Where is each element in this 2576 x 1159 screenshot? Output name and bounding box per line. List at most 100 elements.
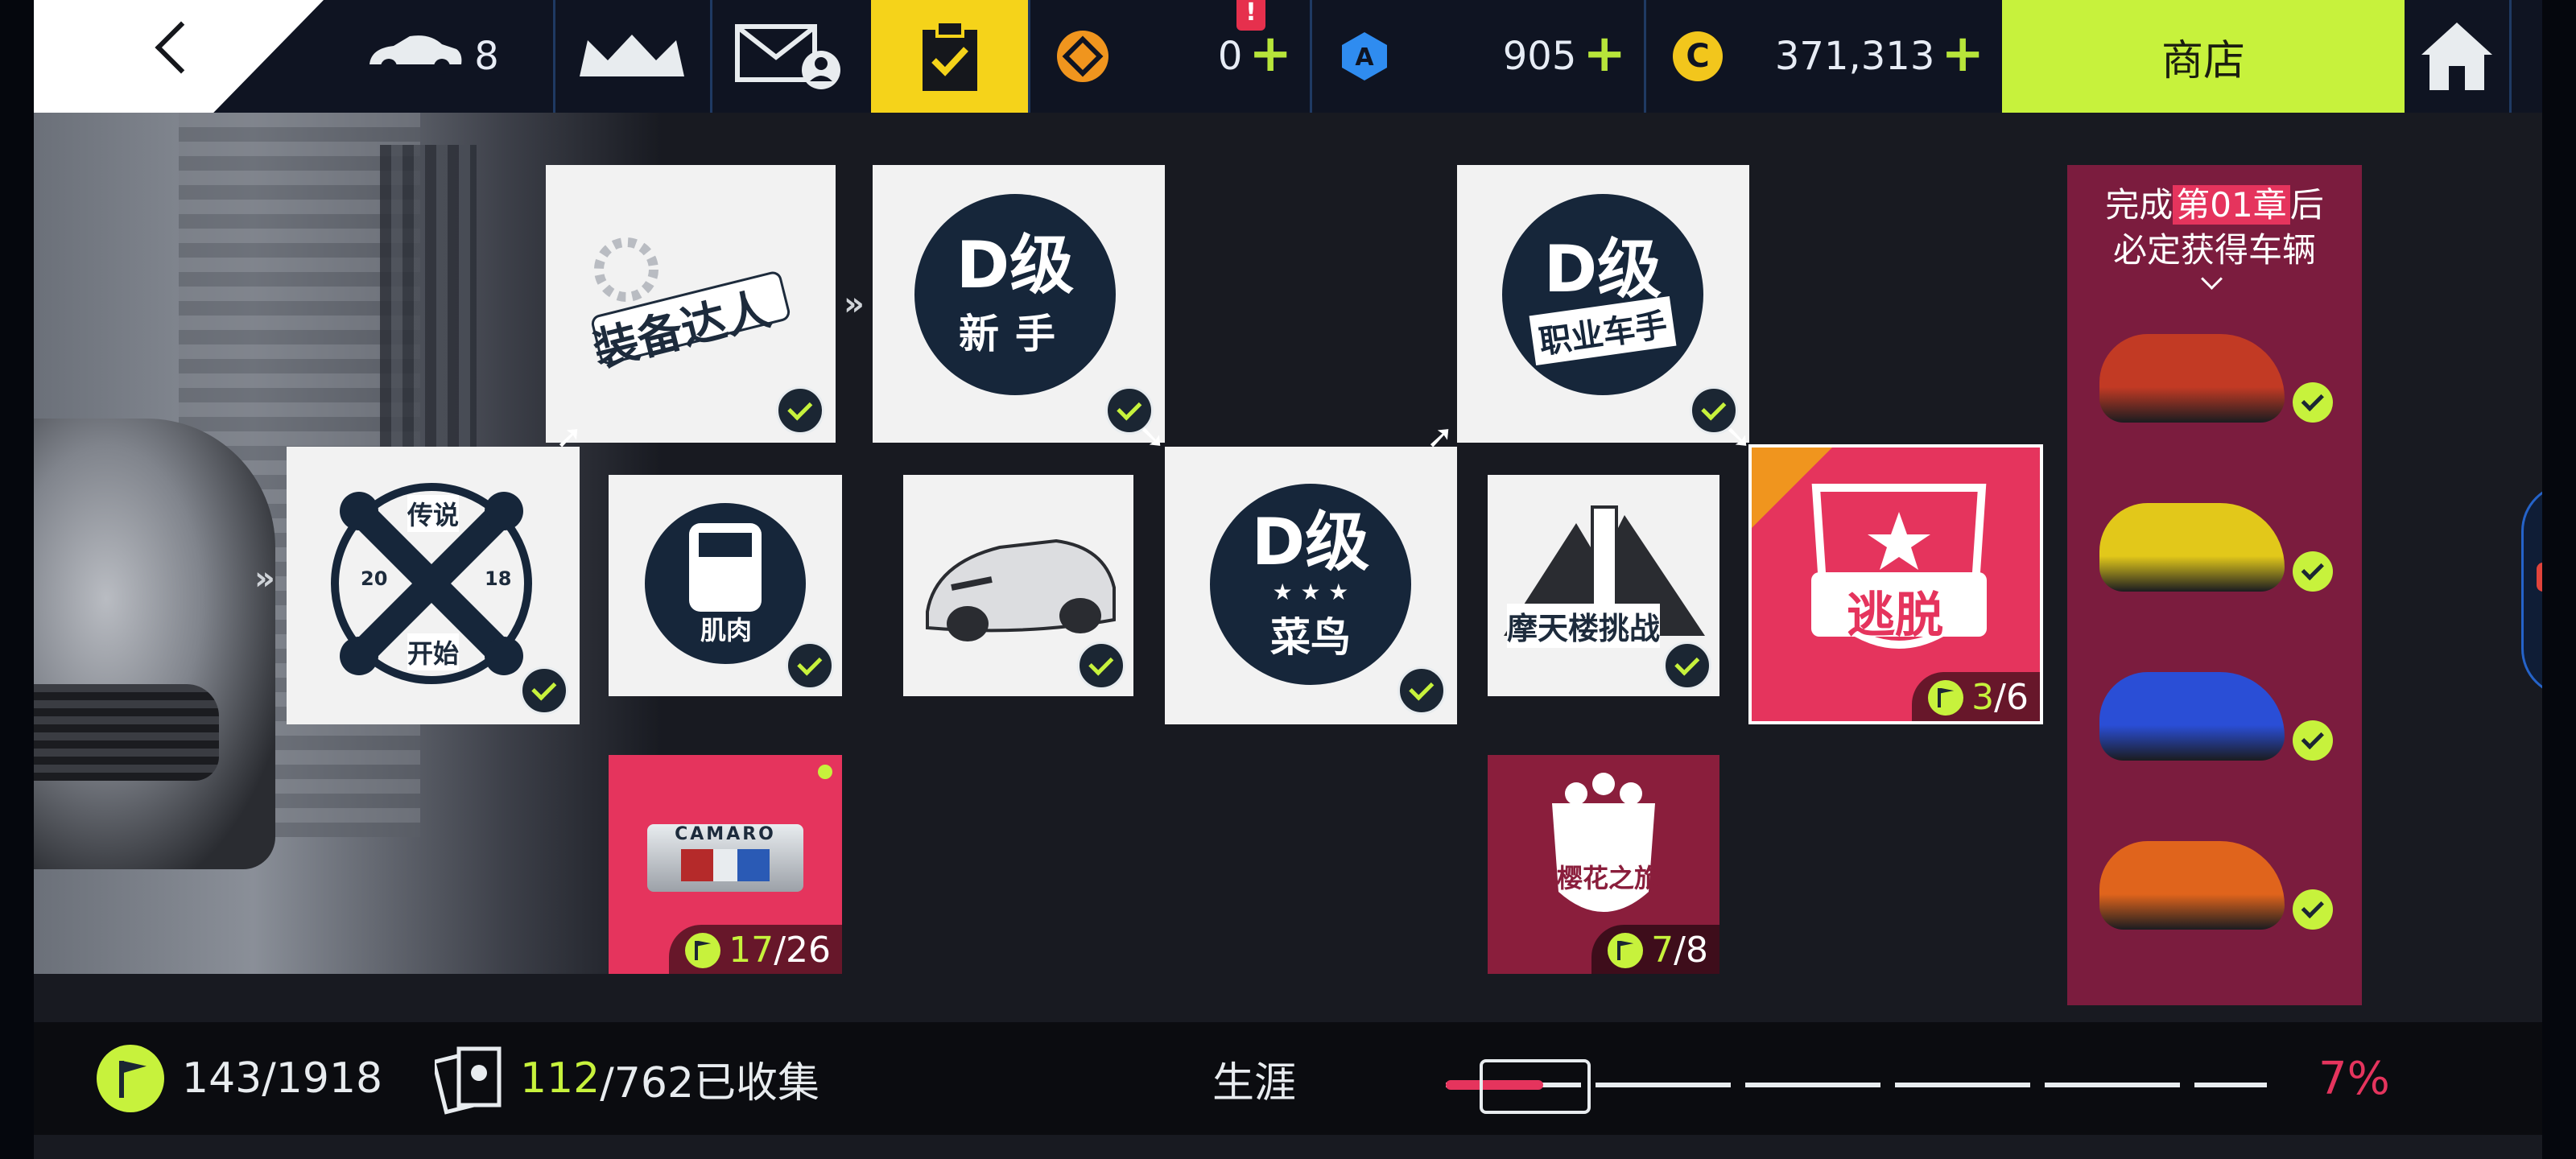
top-bar: 8 0 + ! A 905 + C 371,313 + 商店 bbox=[34, 0, 2542, 113]
tab-career[interactable] bbox=[871, 0, 1030, 113]
blueprint-icon: A bbox=[1342, 32, 1387, 80]
shop-button[interactable]: 商店 bbox=[2002, 0, 2407, 113]
reward-chapter-highlight: 第01章 bbox=[2173, 185, 2290, 225]
event-escape[interactable]: 逃脱 3 /6 bbox=[1748, 444, 2043, 724]
pro-driver-badge: D级 职业车手 bbox=[1502, 194, 1703, 395]
garage-button[interactable]: 8 bbox=[308, 0, 555, 113]
sakura-progress-done: 7 bbox=[1651, 930, 1674, 971]
credit-icon: C bbox=[1673, 31, 1723, 81]
owned-check-icon bbox=[2293, 720, 2333, 761]
event-camaro[interactable]: CAMARO 17 /26 bbox=[609, 755, 842, 974]
d-rookie-badge: D级 ★ ★ ★ 菜鸟 bbox=[1210, 484, 1411, 685]
completed-check-icon bbox=[1397, 666, 1446, 715]
event-skyscraper[interactable]: 摩天楼挑战 bbox=[1488, 475, 1719, 696]
collected-total: /762已收集 bbox=[600, 1058, 820, 1107]
add-credits-icon[interactable]: + bbox=[1941, 28, 1984, 80]
event-pro-driver[interactable]: D级 职业车手 bbox=[1457, 165, 1749, 443]
cards-icon bbox=[435, 1046, 502, 1115]
flag-icon bbox=[1608, 932, 1644, 968]
career-percent: 7% bbox=[2318, 1052, 2390, 1105]
escape-progress: 3 /6 bbox=[1912, 672, 2040, 721]
camaro-label: CAMARO bbox=[675, 824, 776, 844]
escape-progress-total: /6 bbox=[1994, 677, 2029, 718]
event-muscle[interactable]: 肌肉 bbox=[609, 475, 842, 696]
mail-icon bbox=[735, 24, 840, 89]
hero-car-image bbox=[34, 419, 275, 869]
screen-edge-right bbox=[2542, 0, 2576, 1159]
career-map-screen: 8 0 + ! A 905 + C 371,313 + 商店 装备达人 » D级… bbox=[34, 0, 2542, 1159]
path-arrow-icon: ➚ bbox=[1426, 419, 1454, 456]
flag-icon bbox=[685, 932, 721, 968]
escape-label: 逃脱 bbox=[1847, 588, 1943, 644]
legend-year-left: 20 bbox=[361, 567, 388, 590]
reward-car-yellow-coupe[interactable] bbox=[2099, 503, 2285, 592]
home-button[interactable] bbox=[2405, 0, 2512, 113]
add-blueprints-icon[interactable]: + bbox=[1583, 28, 1626, 80]
path-arrow-icon: » bbox=[254, 560, 275, 597]
reward-line2: 必定获得车辆 bbox=[2112, 230, 2316, 270]
muscle-label: 肌肉 bbox=[700, 615, 753, 645]
owned-check-icon bbox=[2293, 382, 2333, 423]
career-label: 生涯 bbox=[1212, 1058, 1297, 1107]
reward-header: 完成第01章后 必定获得车辆 bbox=[2067, 183, 2362, 273]
credits-value: 371,313 bbox=[1774, 34, 1935, 79]
pro-d-grade: D级 bbox=[1543, 232, 1662, 307]
home-icon bbox=[2421, 23, 2492, 90]
chapter-reward-panel[interactable]: 完成第01章后 必定获得车辆 bbox=[2067, 165, 2362, 1005]
d-rookie-grade: D级 bbox=[1251, 504, 1370, 580]
blueprints-value: 905 bbox=[1502, 34, 1577, 79]
completed-check-icon bbox=[1663, 641, 1711, 690]
flags-counter: 143/1918 bbox=[97, 1022, 382, 1135]
event-legend-begins[interactable]: 传说 开始 20 18 bbox=[287, 447, 580, 724]
flag-icon bbox=[1928, 679, 1964, 716]
event-sakura[interactable]: 樱花之旅 7 /8 bbox=[1488, 755, 1719, 974]
collected-count: 112 bbox=[520, 1054, 601, 1103]
mail-button[interactable] bbox=[710, 0, 873, 113]
cars-count: 8 bbox=[474, 34, 499, 79]
event-gear-master[interactable]: 装备达人 bbox=[546, 165, 836, 443]
reward-car-blue-supercar[interactable] bbox=[2099, 672, 2285, 761]
new-dot bbox=[818, 765, 832, 779]
reward-car-red-roadster[interactable] bbox=[2099, 334, 2285, 423]
path-arrow-icon: » bbox=[844, 286, 865, 323]
skyscraper-label: 摩天楼挑战 bbox=[1507, 604, 1661, 648]
tokens-value: 0 bbox=[1217, 34, 1243, 79]
alert-badge: ! bbox=[1236, 0, 1265, 31]
event-rookie-d[interactable]: D级 新手 bbox=[873, 165, 1165, 443]
hero-car-grill bbox=[34, 684, 219, 781]
token-icon bbox=[1057, 31, 1108, 82]
camaro-progress: 17 /26 bbox=[669, 925, 842, 974]
tokens-currency[interactable]: 0 + bbox=[1028, 0, 1312, 113]
flags-value: 143/1918 bbox=[182, 1054, 383, 1103]
path-arrow-icon: ➚ bbox=[555, 419, 583, 456]
event-d-rookie[interactable]: D级 ★ ★ ★ 菜鸟 bbox=[1165, 447, 1457, 724]
sakura-progress: 7 /8 bbox=[1591, 925, 1719, 974]
owned-check-icon bbox=[2293, 551, 2333, 592]
crown-icon bbox=[579, 35, 684, 76]
collection-counter[interactable]: 112/762已收集 bbox=[435, 1022, 819, 1135]
legend-year-right: 18 bbox=[485, 567, 512, 590]
rank-button[interactable] bbox=[553, 0, 712, 113]
svg-text:A: A bbox=[1355, 43, 1374, 72]
event-bmw-car[interactable] bbox=[903, 475, 1133, 696]
completed-check-icon bbox=[776, 386, 824, 435]
rookie-d-sub: 新手 bbox=[959, 311, 1071, 357]
flag-icon bbox=[97, 1045, 164, 1112]
camaro-emblem: CAMARO bbox=[647, 824, 803, 892]
camaro-progress-done: 17 bbox=[729, 930, 774, 971]
add-tokens-icon[interactable]: + bbox=[1249, 28, 1292, 80]
path-arrow-icon: ➘ bbox=[1724, 419, 1752, 456]
sakura-progress-total: /8 bbox=[1674, 930, 1708, 971]
escape-progress-done: 3 bbox=[1971, 677, 1995, 718]
reward-line1-pre: 完成 bbox=[2105, 185, 2174, 225]
career-progress-handle[interactable] bbox=[1480, 1059, 1591, 1114]
credits-currency[interactable]: C 371,313 + bbox=[1644, 0, 2004, 113]
blueprints-currency[interactable]: A 905 + bbox=[1310, 0, 1646, 113]
reward-car-orange-muscle[interactable] bbox=[2099, 841, 2285, 930]
sakura-label: 樱花之旅 bbox=[1557, 863, 1661, 893]
camaro-progress-total: /26 bbox=[774, 930, 831, 971]
owned-check-icon bbox=[2293, 889, 2333, 930]
completed-check-icon bbox=[1077, 641, 1125, 690]
d-rookie-sub: 菜鸟 bbox=[1270, 613, 1351, 661]
chat-tab[interactable] bbox=[2521, 483, 2542, 697]
